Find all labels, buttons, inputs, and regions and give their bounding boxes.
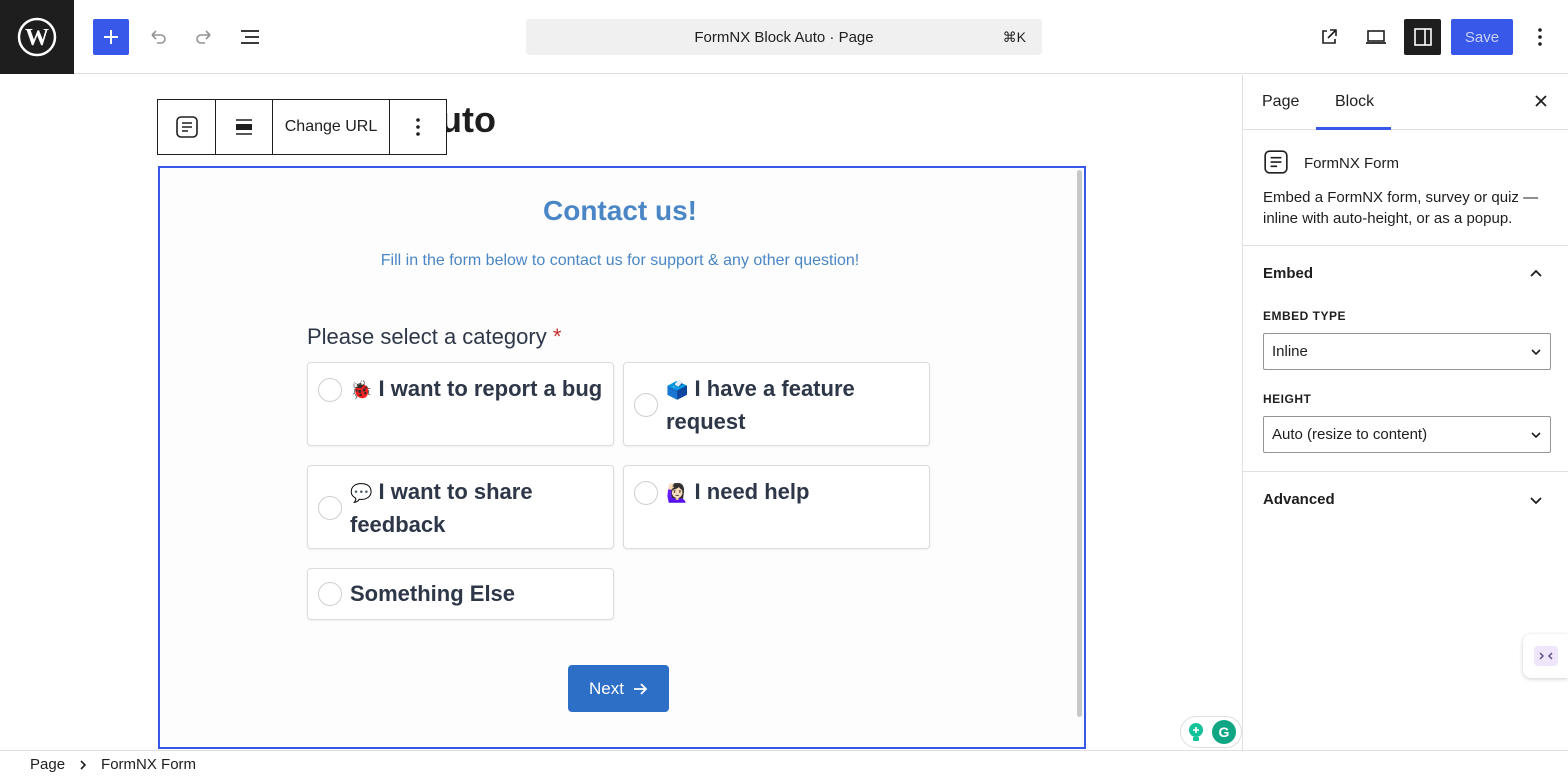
- undo-icon: [151, 30, 166, 44]
- ladybug-icon: 🐞: [350, 380, 373, 400]
- device-preview-button[interactable]: [1358, 19, 1394, 55]
- sidebar-icon: [1413, 28, 1432, 46]
- breadcrumb-formnx-form[interactable]: FormNX Form: [101, 756, 196, 773]
- block-toolbar: Change URL: [157, 99, 447, 155]
- arrow-right-icon: [633, 682, 648, 695]
- option-label: 🙋🏻‍♀️ I need help: [666, 479, 810, 504]
- question-label: Please select a category *: [307, 324, 561, 350]
- question-text: Please select a category: [307, 324, 547, 349]
- plus-icon: [104, 30, 118, 44]
- radio-button[interactable]: [634, 393, 658, 417]
- settings-sidebar: Page Block FormNX Form Embed a FormNX fo…: [1242, 75, 1568, 750]
- editor-canvas: uto Change URL Contact us! Fill in the f…: [0, 75, 1242, 750]
- save-button[interactable]: Save: [1451, 19, 1513, 55]
- option-something-else[interactable]: Something Else: [307, 568, 614, 620]
- command-palette-button[interactable]: FormNX Block Auto · Page ⌘K: [526, 19, 1042, 55]
- embed-type-select[interactable]: Inline: [1263, 333, 1551, 370]
- raising-hand-icon: 🙋🏻‍♀️: [666, 483, 689, 503]
- form-block-icon: [175, 116, 198, 138]
- radio-button[interactable]: [318, 496, 342, 520]
- change-url-button[interactable]: Change URL: [273, 100, 390, 154]
- next-button[interactable]: Next: [568, 665, 669, 712]
- editor-topbar: W FormNX Block Auto · Page ⌘K Save: [0, 0, 1568, 74]
- tab-page[interactable]: Page: [1262, 93, 1299, 111]
- radio-button[interactable]: [318, 378, 342, 402]
- grammarly-icon: G: [1212, 720, 1236, 744]
- option-label: 💬 I want to share feedback: [350, 479, 533, 537]
- breadcrumb-page[interactable]: Page: [30, 756, 65, 773]
- undo-button[interactable]: [140, 19, 176, 55]
- chevron-right-icon: [80, 759, 87, 770]
- block-breadcrumb: Page FormNX Form: [0, 750, 1568, 778]
- block-name: FormNX Form: [1304, 155, 1399, 172]
- block-type-button[interactable]: [158, 100, 216, 154]
- formnx-form-block[interactable]: Contact us! Fill in the form below to co…: [158, 166, 1086, 749]
- wordpress-icon: W: [17, 17, 57, 57]
- laptop-icon: [1366, 30, 1386, 44]
- speech-bubble-icon: 💬: [350, 483, 373, 503]
- option-report-bug[interactable]: 🐞 I want to report a bug: [307, 362, 614, 446]
- divider: [1243, 471, 1568, 472]
- code-chat-icon: [1533, 646, 1558, 666]
- option-label: 🗳️ I have a feature request: [666, 376, 855, 434]
- chevron-down-icon: [1531, 432, 1541, 439]
- height-select[interactable]: Auto (resize to content): [1263, 416, 1551, 453]
- height-value: Auto (resize to content): [1272, 426, 1428, 443]
- grammarly-widget[interactable]: G: [1180, 716, 1242, 748]
- option-need-help[interactable]: 🙋🏻‍♀️ I need help: [623, 465, 930, 549]
- option-feature-request[interactable]: 🗳️ I have a feature request: [623, 362, 930, 446]
- next-label: Next: [589, 678, 624, 698]
- external-link-icon: [1322, 29, 1337, 44]
- option-label: 🐞 I want to report a bug: [350, 376, 603, 401]
- chevron-down-icon: [1531, 349, 1541, 356]
- required-mark: *: [552, 324, 562, 349]
- block-options-button[interactable]: [390, 100, 446, 154]
- embed-type-value: Inline: [1272, 343, 1308, 360]
- embed-type-label: EMBED TYPE: [1263, 309, 1347, 323]
- svg-text:W: W: [25, 25, 49, 51]
- height-label: HEIGHT: [1263, 392, 1312, 406]
- radio-button[interactable]: [634, 481, 658, 505]
- align-button[interactable]: [216, 100, 273, 154]
- tab-block[interactable]: Block: [1335, 93, 1374, 111]
- ballot-box-icon: 🗳️: [666, 380, 689, 400]
- document-overview-button[interactable]: [232, 19, 268, 55]
- close-icon[interactable]: [1531, 91, 1551, 111]
- form-subtitle: Fill in the form below to contact us for…: [380, 252, 860, 269]
- add-block-button[interactable]: [93, 19, 129, 55]
- more-vertical-icon: [416, 118, 420, 136]
- list-view-icon: [241, 30, 259, 44]
- option-label: Something Else: [350, 581, 516, 606]
- advanced-section-title[interactable]: Advanced: [1263, 491, 1335, 508]
- wordpress-logo-button[interactable]: W: [0, 0, 74, 74]
- svg-text:G: G: [1219, 724, 1230, 740]
- redo-button[interactable]: [186, 19, 222, 55]
- form-title: Contact us!: [543, 195, 697, 226]
- radio-button[interactable]: [318, 582, 342, 606]
- chevron-up-icon[interactable]: [1528, 265, 1544, 281]
- chevron-down-icon[interactable]: [1528, 492, 1544, 508]
- active-tab-indicator: [1316, 127, 1391, 130]
- options-menu-button[interactable]: [1522, 19, 1558, 55]
- shortcut-hint: ⌘K: [1002, 29, 1026, 45]
- divider: [1243, 245, 1568, 246]
- view-page-button[interactable]: [1311, 19, 1347, 55]
- settings-sidebar-toggle[interactable]: [1404, 19, 1441, 55]
- embed-section-title[interactable]: Embed: [1263, 265, 1313, 282]
- document-title: FormNX Block Auto · Page: [694, 28, 874, 46]
- page-title[interactable]: uto: [440, 99, 496, 141]
- floating-widget-button[interactable]: [1523, 634, 1568, 678]
- redo-icon: [196, 30, 211, 44]
- lightbulb-icon: [1189, 723, 1203, 741]
- option-share-feedback[interactable]: 💬 I want to share feedback: [307, 465, 614, 549]
- more-vertical-icon: [1538, 28, 1542, 46]
- block-description: Embed a FormNX form, survey or quiz — in…: [1263, 189, 1539, 227]
- align-wide-icon: [236, 119, 252, 135]
- form-block-icon: [1264, 150, 1288, 174]
- sidebar-tabs: Page Block: [1243, 75, 1568, 130]
